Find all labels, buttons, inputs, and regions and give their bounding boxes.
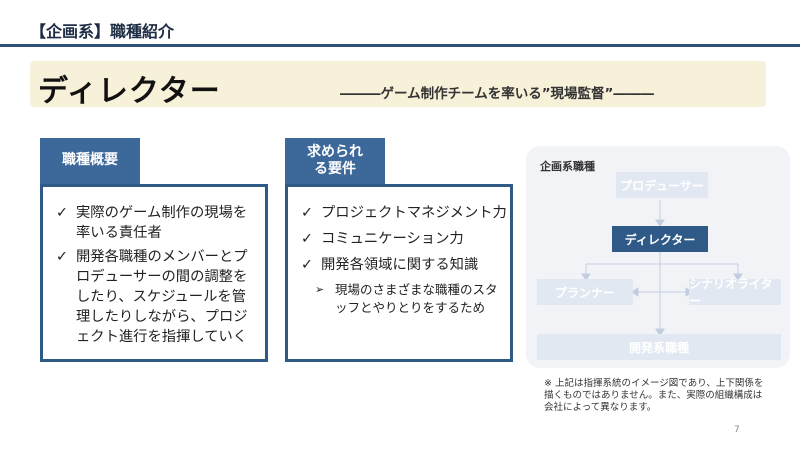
overview-card: ✓ 実際のゲーム制作の現場を率いる責任者 ✓ 開発各職種のメンバーとプロデューサーの… <box>40 184 268 362</box>
section-title: 【企画系】職種紹介 <box>30 22 175 41</box>
node-dev-jobs: 開発系職種 <box>537 334 781 360</box>
node-scenario-writer: シナリオライター <box>689 277 781 308</box>
requirements-sublist: ➢ 現場のさまざまな職種のスタッフとやりとりをするため <box>301 281 507 317</box>
requirements-list: ✓ プロジェクトマネジメント力 ✓ コミュニケーション力 ✓ 開発各領域に関する知識 … <box>301 203 507 317</box>
check-icon: ✓ <box>301 205 313 221</box>
check-icon: ✓ <box>56 205 68 221</box>
list-item: ✓ 実際のゲーム制作の現場を率いる責任者 <box>56 205 248 241</box>
page-subtitle: ―――ゲーム制作チームを率いる”現場監督”――― <box>340 86 654 102</box>
footnote: ※ 上記は指揮系統のイメージ図であり、上下関係を描くものではありません。また、実… <box>544 378 764 413</box>
node-director: ディレクター <box>612 226 708 252</box>
check-icon: ✓ <box>301 231 313 247</box>
node-producer: プロデューサー <box>616 172 708 198</box>
arrow-right-icon: ➢ <box>315 283 325 296</box>
list-item: ✓ プロジェクトマネジメント力 <box>301 205 507 221</box>
requirements-label: 求められる要件 <box>285 138 385 184</box>
overview-list: ✓ 実際のゲーム制作の現場を率いる責任者 ✓ 開発各職種のメンバーとプロデューサーの… <box>56 203 256 347</box>
list-item: ✓ コミュニケーション力 <box>301 231 464 247</box>
header-divider <box>0 44 800 47</box>
list-item: ➢ 現場のさまざまな職種のスタッフとやりとりをするため <box>315 282 498 315</box>
requirements-card: ✓ プロジェクトマネジメント力 ✓ コミュニケーション力 ✓ 開発各領域に関する知識 … <box>285 184 513 362</box>
page-title: ディレクター <box>38 74 221 109</box>
list-item: ✓ 開発各領域に関する知識 ➢ 現場のさまざまな職種のスタッフとやりとりをするため <box>301 255 507 317</box>
overview-label: 職種概要 <box>40 138 140 184</box>
page-number: 7 <box>734 425 740 435</box>
check-icon: ✓ <box>56 249 68 265</box>
list-item: ✓ 開発各職種のメンバーとプロデューサーの間の調整をしたり、スケジュールを管理した… <box>56 249 248 345</box>
node-planner: プランナー <box>537 279 633 305</box>
check-icon: ✓ <box>301 257 313 273</box>
